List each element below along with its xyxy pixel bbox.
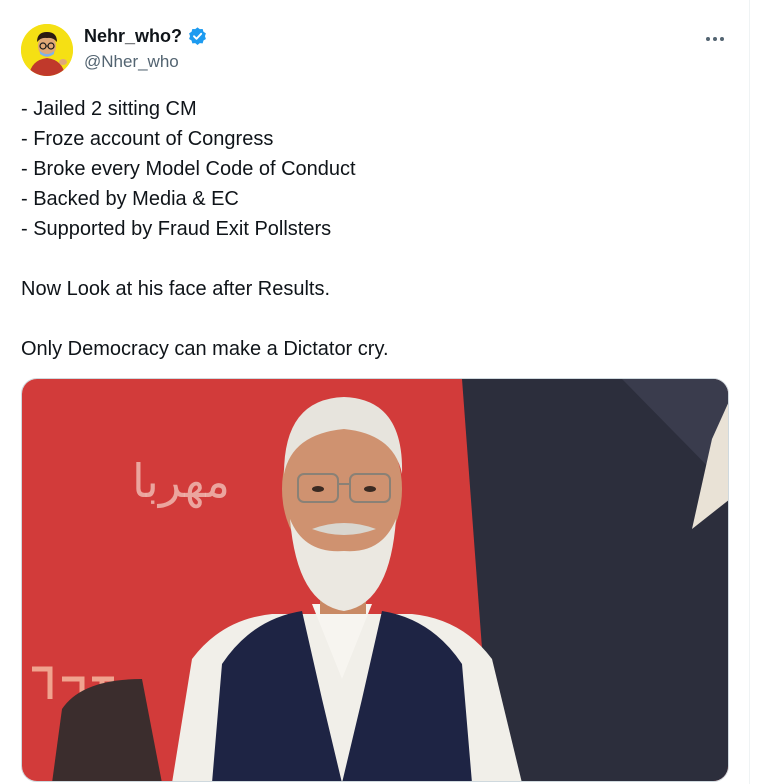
tweet-text-line: - Froze account of Congress: [21, 128, 274, 150]
tweet-text-line: - Broke every Model Code of Conduct: [21, 158, 356, 180]
tweet-text-line: [21, 304, 721, 334]
tweet-text-line: - Jailed 2 sitting CM: [21, 98, 197, 120]
tweet-media-image[interactable]: مهربا: [21, 378, 729, 782]
author-name-row[interactable]: Nehr_who?: [84, 26, 208, 47]
tweet-text-line: - Supported by Fraud Exit Pollsters: [21, 218, 332, 240]
tweet-text-line: Now Look at his face after Results.: [21, 278, 331, 300]
cartoon-avatar-icon: [21, 24, 73, 76]
tweet-card: Nehr_who? @Nher_who - Jailed 2 sitting C…: [0, 0, 750, 784]
author-avatar[interactable]: [21, 24, 73, 76]
tweet-text: - Jailed 2 sitting CM - Froze account of…: [21, 94, 721, 364]
author-display-name[interactable]: Nehr_who?: [84, 26, 182, 47]
tweet-text-line: Only Democracy can make a Dictator cry.: [21, 338, 389, 360]
man-in-vest-photo: مهربا: [22, 379, 728, 781]
verified-badge-icon: [187, 26, 208, 47]
author-handle[interactable]: @Nher_who: [84, 52, 179, 72]
background-script-text: مهربا: [132, 454, 230, 509]
tweet-text-line: [21, 244, 721, 274]
tweet-text-line: - Backed by Media & EC: [21, 188, 239, 210]
more-horizontal-icon[interactable]: [700, 24, 730, 54]
